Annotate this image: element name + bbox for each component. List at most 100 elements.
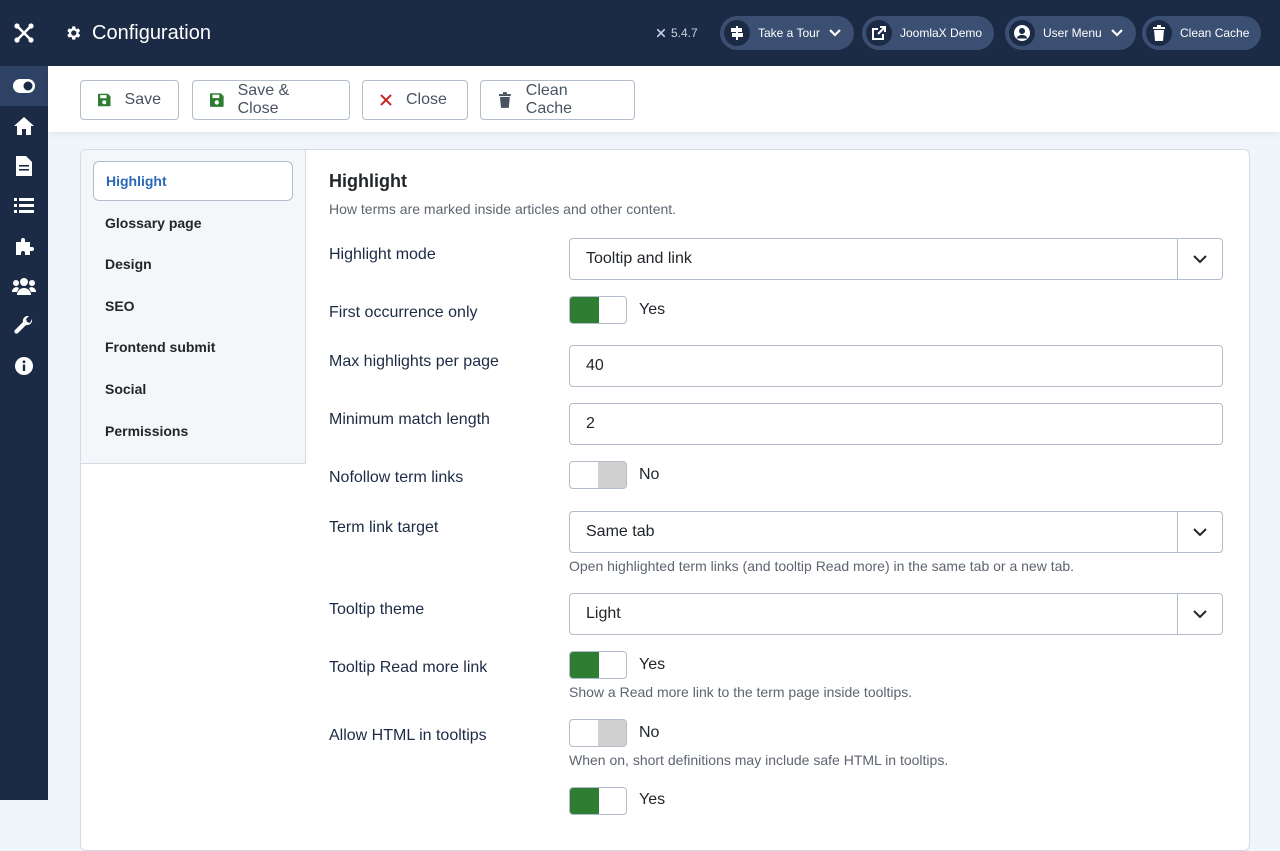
sidebar xyxy=(0,66,48,800)
link-target-label: Term link target xyxy=(329,519,439,536)
read-more-toggle[interactable] xyxy=(569,651,627,679)
link-target-value: Same tab xyxy=(586,523,655,540)
sidebar-item-system[interactable] xyxy=(0,306,48,346)
save-icon xyxy=(210,93,224,107)
trash-icon xyxy=(1146,20,1172,46)
max-highlights-label: Max highlights per page xyxy=(329,353,499,370)
tab-highlight[interactable]: Highlight xyxy=(93,161,293,201)
link-target-help: Open highlighted term links (and tooltip… xyxy=(569,558,1075,574)
external-link-icon xyxy=(866,20,892,46)
users-icon xyxy=(12,278,36,295)
nofollow-label: Nofollow term links xyxy=(329,469,464,486)
link-target-select[interactable]: Same tab xyxy=(569,511,1223,553)
toggle-knob xyxy=(570,297,599,323)
home-icon xyxy=(14,117,34,135)
user-menu-button[interactable]: User Menu xyxy=(1005,16,1136,50)
nofollow-toggle[interactable] xyxy=(569,461,627,489)
min-match-label: Minimum match length xyxy=(329,411,490,428)
tooltip-theme-label: Tooltip theme xyxy=(329,601,425,618)
close-icon xyxy=(380,94,392,106)
min-match-value: 2 xyxy=(586,415,595,432)
gear-icon xyxy=(67,26,81,40)
chevron-down-icon xyxy=(1177,512,1222,552)
chevron-down-icon xyxy=(1177,239,1222,279)
sidebar-item-content[interactable] xyxy=(0,146,48,186)
page-title: Configuration xyxy=(64,0,211,66)
nofollow-state: No xyxy=(639,466,660,483)
page-title-text: Configuration xyxy=(92,21,211,44)
toggle-icon xyxy=(13,79,35,93)
section-title: Highlight xyxy=(329,171,407,191)
first-occurrence-state: Yes xyxy=(639,301,666,318)
joomlax-demo-label: JoomlaX Demo xyxy=(900,26,983,40)
clean-cache-header-label: Clean Cache xyxy=(1180,26,1250,40)
save-close-button[interactable]: Save & Close xyxy=(192,80,350,120)
sidebar-item-home[interactable] xyxy=(0,106,48,146)
wrench-icon xyxy=(14,316,33,334)
read-more-state: Yes xyxy=(639,656,666,673)
highlight-mode-select[interactable]: Tooltip and link xyxy=(569,238,1223,280)
toggle-knob xyxy=(598,720,626,746)
max-highlights-input[interactable]: 40 xyxy=(569,345,1223,387)
toggle-knob xyxy=(598,462,626,488)
tooltip-theme-value: Light xyxy=(586,605,621,622)
read-more-label: Tooltip Read more link xyxy=(329,659,488,676)
tab-social[interactable]: Social xyxy=(93,369,293,409)
joomlax-demo-button[interactable]: JoomlaX Demo xyxy=(862,16,995,50)
clean-cache-label: Clean Cache xyxy=(525,82,573,117)
save-close-label: Save & Close xyxy=(237,82,290,117)
section-description: How terms are marked inside articles and… xyxy=(329,201,677,217)
take-a-tour-button[interactable]: Take a Tour xyxy=(720,16,854,50)
save-label: Save xyxy=(124,91,161,108)
allow-html-help: When on, short definitions may include s… xyxy=(569,752,949,768)
highlight-mode-label: Highlight mode xyxy=(329,246,436,263)
clean-cache-header-button[interactable]: Clean Cache xyxy=(1142,16,1262,50)
take-a-tour-label: Take a Tour xyxy=(758,26,820,40)
joomla-small-icon xyxy=(656,28,666,38)
close-label: Close xyxy=(406,91,447,108)
user-menu-label: User Menu xyxy=(1043,26,1102,40)
first-occurrence-label: First occurrence only xyxy=(329,304,478,321)
puzzle-icon xyxy=(16,238,34,255)
sidebar-item-menus[interactable] xyxy=(0,186,48,226)
allow-html-label: Allow HTML in tooltips xyxy=(329,727,487,744)
info-icon xyxy=(15,357,33,375)
clean-cache-button[interactable]: Clean Cache xyxy=(480,80,635,120)
user-circle-icon xyxy=(1009,20,1035,46)
min-match-input[interactable]: 2 xyxy=(569,403,1223,445)
allow-html-toggle[interactable] xyxy=(569,719,627,747)
version-text: 5.4.7 xyxy=(671,26,698,40)
trash-icon xyxy=(498,92,511,108)
save-icon xyxy=(98,93,111,107)
list-icon xyxy=(14,198,34,213)
chevron-down-icon xyxy=(1110,29,1123,37)
tab-seo[interactable]: SEO xyxy=(93,286,293,326)
sidebar-item-users[interactable] xyxy=(0,266,48,306)
max-highlights-value: 40 xyxy=(586,357,604,374)
sidebar-item-help[interactable] xyxy=(0,346,48,386)
tab-permissions[interactable]: Permissions xyxy=(93,411,293,451)
tooltip-theme-select[interactable]: Light xyxy=(569,593,1223,635)
read-more-help: Show a Read more link to the term page i… xyxy=(569,684,913,700)
file-icon xyxy=(16,156,32,176)
allow-html-state: No xyxy=(639,724,660,741)
tab-glossary-page[interactable]: Glossary page xyxy=(93,203,293,243)
toolbar: Save Save & Close Close Clean Cache xyxy=(48,66,1280,132)
next-setting-toggle[interactable] xyxy=(569,787,627,815)
first-occurrence-toggle[interactable] xyxy=(569,296,627,324)
signpost-icon xyxy=(724,20,750,46)
sidebar-item-extensions[interactable] xyxy=(0,226,48,266)
close-button[interactable]: Close xyxy=(362,80,468,120)
next-setting-state: Yes xyxy=(639,791,666,808)
chevron-down-icon xyxy=(829,29,841,37)
joomla-logo-icon xyxy=(14,23,34,43)
joomla-logo[interactable] xyxy=(0,0,48,66)
save-button[interactable]: Save xyxy=(80,80,179,120)
tab-design[interactable]: Design xyxy=(93,244,293,284)
config-card: Highlight Glossary page Design SEO Front… xyxy=(80,149,1250,851)
tab-frontend-submit[interactable]: Frontend submit xyxy=(93,327,293,367)
top-header: Configuration 5.4.7 Take a Tour JoomlaX … xyxy=(0,0,1280,66)
chevron-down-icon xyxy=(1177,594,1222,634)
toggle-knob xyxy=(570,788,599,814)
sidebar-item-toggle-menu[interactable] xyxy=(0,66,48,106)
